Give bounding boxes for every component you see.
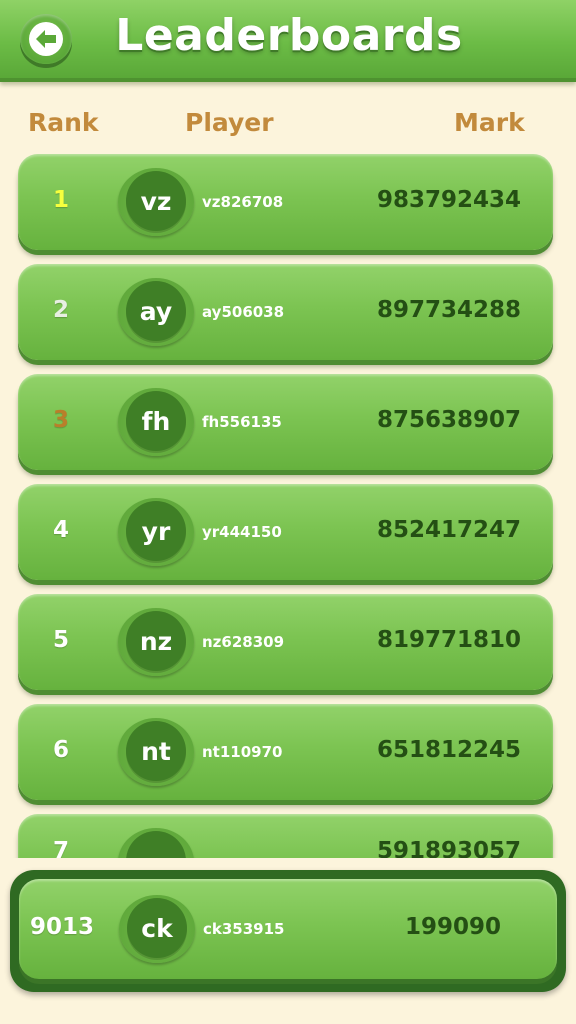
rank-number: 1 xyxy=(52,187,69,213)
avatar: vz xyxy=(126,171,186,231)
player-mark: 651812245 xyxy=(376,737,522,763)
player-name: nt110970 xyxy=(202,743,283,761)
player-mark: 819771810 xyxy=(376,627,522,653)
leaderboard-row[interactable]: 7 591893057 xyxy=(18,814,553,858)
avatar-frame: fh xyxy=(118,388,194,456)
avatar-frame: vz xyxy=(118,168,194,236)
column-header-rank: Rank xyxy=(28,108,99,137)
player-name: ck353915 xyxy=(203,920,285,938)
rank-number: 4 xyxy=(52,517,69,543)
rank-number: 9013 xyxy=(29,914,94,940)
player-name: fh556135 xyxy=(202,413,282,431)
avatar-frame: yr xyxy=(118,498,194,566)
current-player-row[interactable]: 9013 ck ck353915 199090 xyxy=(19,879,557,979)
player-mark: 983792434 xyxy=(376,187,522,213)
rank-number: 2 xyxy=(52,297,69,323)
rank-number: 7 xyxy=(52,838,69,858)
avatar: ck xyxy=(127,898,187,958)
avatar-frame: nt xyxy=(118,718,194,786)
avatar-frame: nz xyxy=(118,608,194,676)
leaderboard-row[interactable]: 1 vz vz826708 983792434 xyxy=(18,154,553,250)
player-name: yr444150 xyxy=(202,523,282,541)
player-mark: 591893057 xyxy=(376,838,522,858)
player-name: vz826708 xyxy=(202,193,284,211)
leaderboard-screen: Leaderboards Rank Player Mark 1 vz vz826… xyxy=(0,0,576,1024)
player-mark: 897734288 xyxy=(376,297,522,323)
player-mark: 875638907 xyxy=(376,407,522,433)
leaderboard-row[interactable]: 2 ay ay506038 897734288 xyxy=(18,264,553,360)
player-name: ay506038 xyxy=(202,303,285,321)
rank-number: 3 xyxy=(52,407,69,433)
current-player-panel: 9013 ck ck353915 199090 xyxy=(10,870,566,992)
leaderboard-list[interactable]: 1 vz vz826708 983792434 2 ay ay506038 89… xyxy=(0,150,576,858)
column-header-player: Player xyxy=(185,108,274,137)
avatar: nt xyxy=(126,721,186,781)
leaderboard-row[interactable]: 6 nt nt110970 651812245 xyxy=(18,704,553,800)
avatar xyxy=(126,831,186,858)
leaderboard-row[interactable]: 4 yr yr444150 852417247 xyxy=(18,484,553,580)
player-name: nz628309 xyxy=(202,633,285,651)
avatar-frame xyxy=(118,828,194,858)
avatar: nz xyxy=(126,611,186,671)
player-mark: 199090 xyxy=(404,914,502,940)
leaderboard-row[interactable]: 3 fh fh556135 875638907 xyxy=(18,374,553,470)
column-header-mark: Mark xyxy=(454,108,525,137)
player-mark: 852417247 xyxy=(376,517,522,543)
leaderboard-row[interactable]: 5 nz nz628309 819771810 xyxy=(18,594,553,690)
page-title: Leaderboards xyxy=(115,10,463,61)
header-bar: Leaderboards xyxy=(0,0,576,82)
avatar: ay xyxy=(126,281,186,341)
avatar: fh xyxy=(126,391,186,451)
rank-number: 5 xyxy=(52,627,69,653)
avatar-frame: ay xyxy=(118,278,194,346)
avatar: yr xyxy=(126,501,186,561)
avatar-frame: ck xyxy=(119,895,195,963)
rank-number: 6 xyxy=(52,737,69,763)
